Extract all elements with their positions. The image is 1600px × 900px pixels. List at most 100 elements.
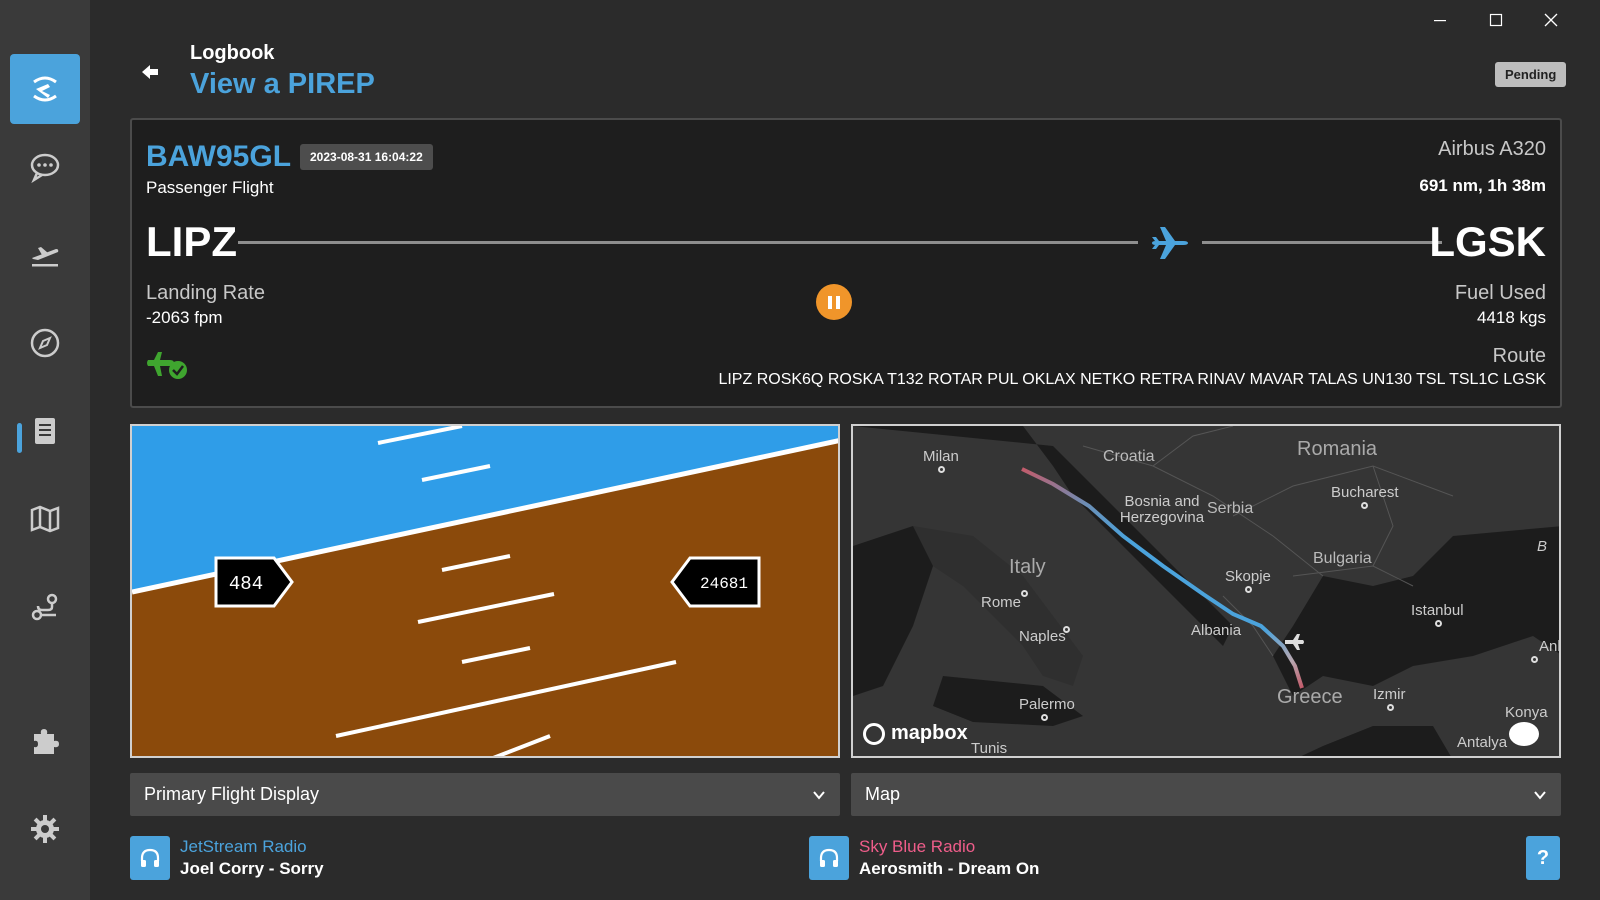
gear-icon <box>31 815 59 843</box>
map-label-bucharest: Bucharest <box>1331 484 1399 501</box>
radio-player-skyblue[interactable]: Sky Blue Radio Aerosmith - Dream On <box>809 836 1039 880</box>
radio-button[interactable] <box>130 836 170 880</box>
live-flight-icon <box>33 76 57 102</box>
sidebar-item-departures[interactable] <box>10 220 80 290</box>
fuel-used-label: Fuel Used <box>1454 282 1546 304</box>
breadcrumb[interactable]: Logbook <box>190 42 274 65</box>
landed-check-icon <box>147 352 187 379</box>
map-label-edge: B <box>1537 538 1548 555</box>
map-label-albania: Albania <box>1191 622 1242 639</box>
sidebar-item-routes[interactable] <box>10 572 80 642</box>
callsign: BAW95GL <box>146 140 292 173</box>
mapbox-logo: mapbox <box>863 722 968 745</box>
pfd-attitude: 484 24681 <box>132 426 838 756</box>
timestamp-badge: 2023-08-31 16:04:22 <box>300 144 433 170</box>
airplane-icon <box>1152 227 1188 259</box>
map-label-skopje: Skopje <box>1225 568 1271 585</box>
aircraft-type: Airbus A320 <box>1438 138 1546 160</box>
right-panel-select-value: Map <box>865 784 901 804</box>
map-label-romania: Romania <box>1297 438 1378 460</box>
maximize-icon <box>1489 13 1503 27</box>
route-remaining-line <box>1202 241 1442 244</box>
map-label-italy: Italy <box>1009 556 1046 578</box>
sidebar-item-explore[interactable] <box>10 308 80 378</box>
radio-station-name: JetStream Radio <box>180 837 307 856</box>
map-label-greece: Greece <box>1277 686 1343 708</box>
pause-icon <box>828 295 832 309</box>
close-button[interactable] <box>1528 8 1574 32</box>
compass-icon <box>30 328 60 358</box>
chat-icon <box>30 153 60 184</box>
map-label-istanbul: Istanbul <box>1411 602 1464 619</box>
map-icon <box>30 505 60 533</box>
map-label-antalya: Antalya <box>1457 734 1508 751</box>
mapbox-attribution: mapbox <box>891 722 968 744</box>
radio-now-playing: Aerosmith - Dream On <box>859 859 1040 878</box>
map-label-izmir: Izmir <box>1373 686 1406 703</box>
sidebar-item-settings[interactable] <box>10 794 80 864</box>
departure-icao: LIPZ <box>146 218 237 265</box>
headphones-icon <box>140 848 160 867</box>
minimize-button[interactable] <box>1417 8 1463 32</box>
sidebar <box>0 0 90 900</box>
close-icon <box>1544 13 1558 27</box>
flight-type: Passenger Flight <box>146 178 274 197</box>
radio-player-jetstream[interactable]: JetStream Radio Joel Corry - Sorry <box>130 836 324 880</box>
radio-station-name: Sky Blue Radio <box>859 837 976 856</box>
map-city-dot <box>938 466 945 473</box>
airspeed-readout: 484 <box>229 573 263 595</box>
pirep-summary-card: BAW95GL 2023-08-31 16:04:22 Passenger Fl… <box>130 118 1562 408</box>
route-label: Route <box>1492 345 1546 367</box>
sidebar-item-logbook[interactable] <box>10 396 80 466</box>
map-label-anka: Anka <box>1539 638 1559 655</box>
chevron-down-icon <box>1534 790 1546 800</box>
map-label-konya: Konya <box>1505 704 1548 721</box>
puzzle-icon <box>34 729 59 754</box>
map-label-rome: Rome <box>981 594 1022 611</box>
altitude-readout: 24681 <box>700 575 748 593</box>
map-city-dot <box>1041 714 1048 721</box>
map-city-dot <box>1245 586 1252 593</box>
radio-now-playing: Joel Corry - Sorry <box>180 859 324 878</box>
map-label-milan: Milan <box>923 448 959 465</box>
map-city-dot <box>1387 704 1394 711</box>
route-icon <box>31 593 58 621</box>
takeoff-icon <box>32 247 59 267</box>
map-label-tunis: Tunis <box>971 740 1008 757</box>
map-label-palermo: Palermo <box>1019 696 1075 713</box>
route-progress-line <box>238 241 1138 244</box>
left-panel-select[interactable]: Primary Flight Display <box>130 773 840 816</box>
map-city-dot <box>1361 502 1368 509</box>
primary-flight-display: 484 24681 <box>130 424 840 758</box>
landing-rate-label: Landing Rate <box>146 282 265 304</box>
page-title: View a PIREP <box>190 68 375 100</box>
back-arrow-icon[interactable] <box>140 62 160 82</box>
landing-rate-value: -2063 fpm <box>146 308 223 327</box>
pause-icon <box>836 295 840 309</box>
arrival-icao: LGSK <box>1429 218 1546 265</box>
main-content: Logbook View a PIREP Pending BAW95GL 202… <box>90 0 1600 900</box>
sidebar-item-chat[interactable] <box>10 132 80 202</box>
right-panel-select[interactable]: Map <box>851 773 1561 816</box>
radio-button[interactable] <box>809 836 849 880</box>
map-label-bulgaria: Bulgaria <box>1313 550 1372 567</box>
help-button[interactable]: ? <box>1526 836 1560 880</box>
flight-map[interactable]: Romania Croatia Milan Bucharest Bosnia a… <box>851 424 1561 758</box>
map-label-croatia: Croatia <box>1103 448 1155 465</box>
sidebar-item-dashboard[interactable] <box>10 54 80 124</box>
map-city-dot <box>1435 620 1442 627</box>
fuel-used-value: 4418 kgs <box>1477 308 1546 327</box>
sidebar-item-plugins[interactable] <box>10 706 80 776</box>
left-panel-select-value: Primary Flight Display <box>144 784 320 804</box>
map-city-dot <box>1021 590 1028 597</box>
headphones-icon <box>819 848 839 867</box>
minimize-icon <box>1434 20 1446 22</box>
maximize-button[interactable] <box>1473 8 1519 32</box>
map-info-toggle[interactable] <box>1509 722 1539 746</box>
sidebar-item-map[interactable] <box>10 484 80 554</box>
status-badge: Pending <box>1495 62 1567 87</box>
pause-button[interactable] <box>816 284 852 320</box>
map-label-naples: Naples <box>1019 628 1066 645</box>
map-label-bosnia: Bosnia and Herzegovina <box>1119 493 1205 526</box>
distance-time: 691 nm, 1h 38m <box>1419 176 1546 195</box>
